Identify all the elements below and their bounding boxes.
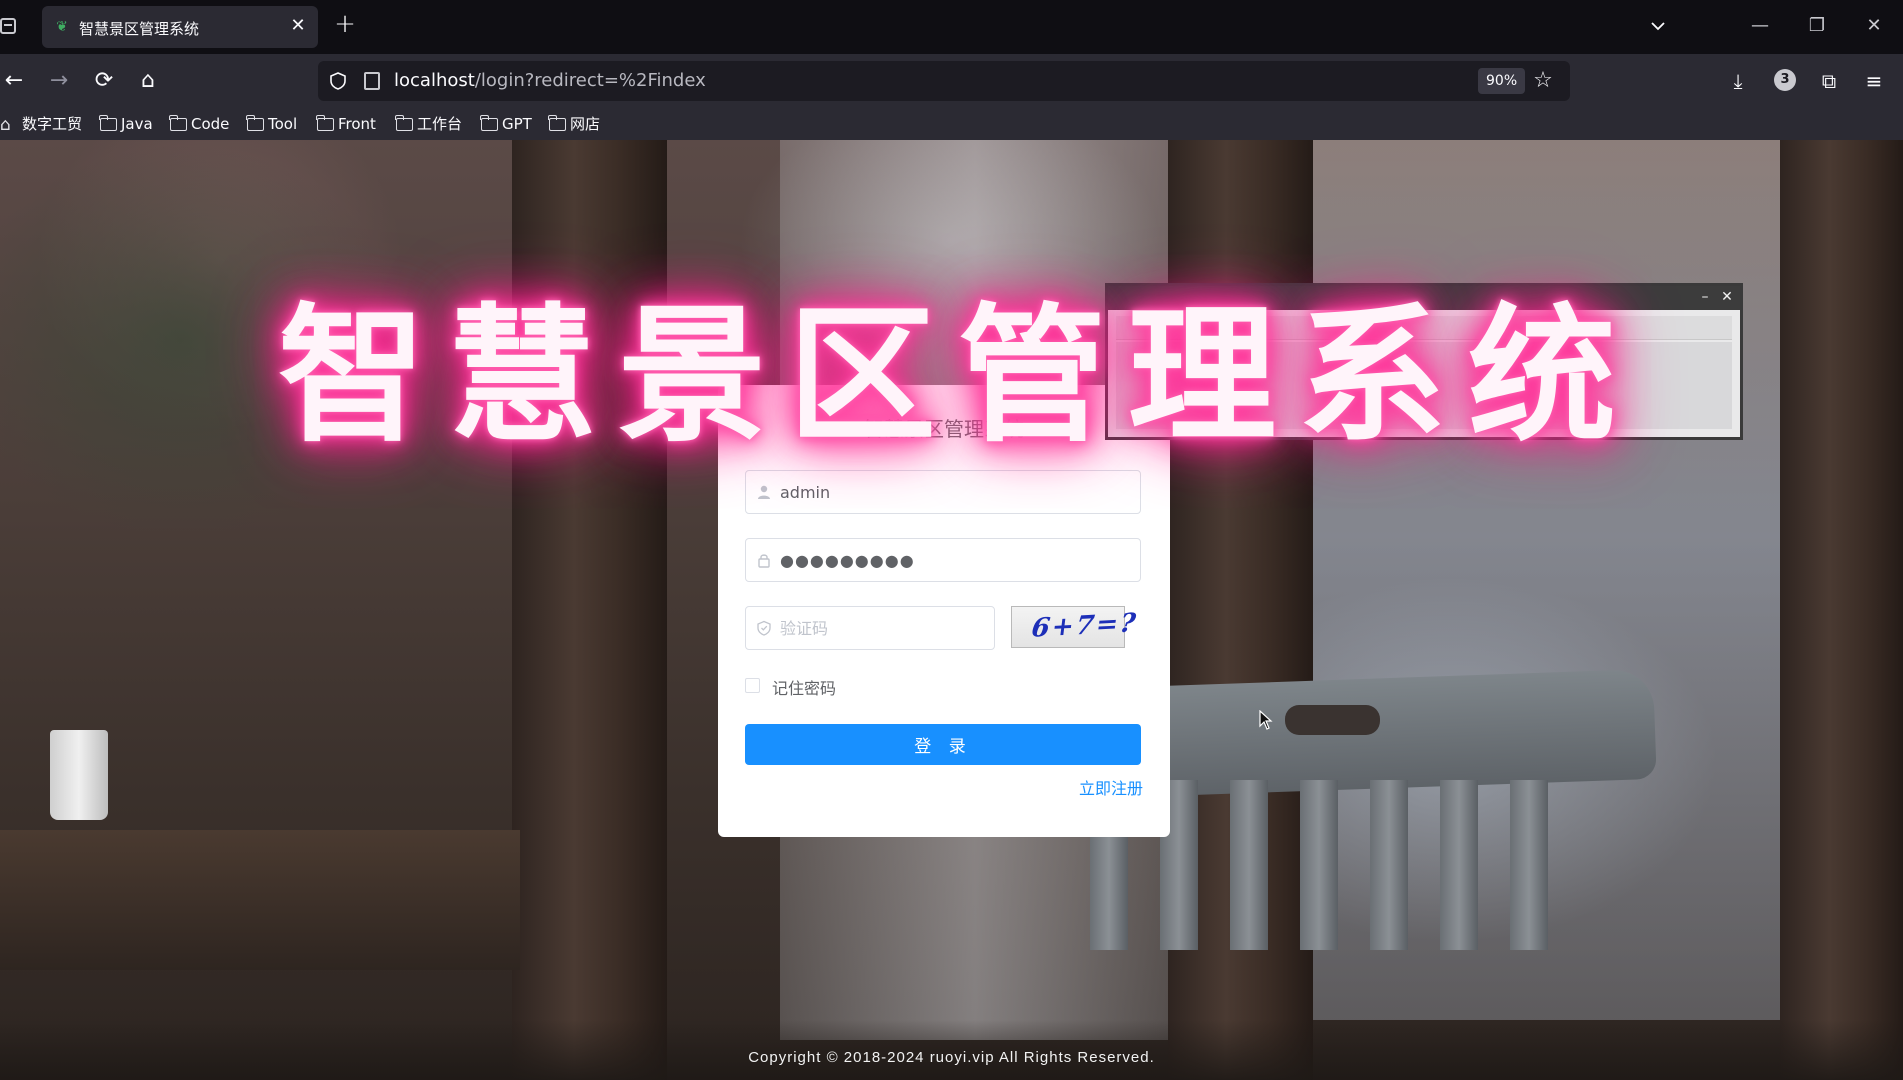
minimize-window-icon[interactable]: — (1748, 14, 1772, 38)
bookmark-item[interactable]: ⌂ 数字工贸 (0, 114, 82, 134)
password-field[interactable] (745, 538, 1141, 582)
downloads-icon[interactable]: ⤓ (1724, 67, 1752, 95)
table (0, 830, 520, 970)
folder-icon (395, 115, 413, 131)
reload-icon[interactable]: ⟳ (90, 67, 118, 95)
home-icon: ⌂ (0, 115, 11, 135)
tracking-shield-icon[interactable] (328, 71, 348, 91)
close-tab-icon[interactable]: ✕ (288, 16, 308, 36)
username-input[interactable] (780, 471, 1132, 513)
app-menu-icon[interactable]: ≡ (1860, 67, 1888, 95)
remember-label: 记住密码 (772, 679, 837, 698)
login-button[interactable]: 登 录 (745, 724, 1141, 765)
chair-slat (1230, 780, 1268, 950)
captcha-text: 6+7=? (1029, 608, 1140, 644)
restore-window-icon[interactable]: ❐ (1805, 14, 1829, 38)
folder-icon (316, 115, 334, 131)
wooden-post (1780, 140, 1903, 1080)
zoom-level-button[interactable]: 90% (1478, 68, 1526, 94)
bookmark-folder[interactable]: Front (316, 114, 376, 134)
bookmark-folder[interactable]: 网店 (548, 114, 600, 134)
shield-check-icon (756, 620, 772, 636)
register-link[interactable]: 立即注册 (1079, 775, 1143, 799)
navigation-bar: ← → ⟳ ⌂ localhost/login?redirect=%2Finde… (0, 54, 1903, 108)
page-info-icon[interactable] (364, 72, 380, 90)
bookmark-star-icon[interactable]: ☆ (1530, 68, 1556, 94)
new-tab-button[interactable]: + (332, 11, 358, 38)
minimize-icon[interactable]: – (1696, 288, 1714, 306)
folder-icon (246, 115, 264, 131)
folder-icon (169, 115, 187, 131)
folder-icon (548, 115, 566, 131)
lock-icon (756, 552, 772, 568)
extensions-puzzle-icon[interactable]: ⧉ (1815, 67, 1843, 95)
folder-icon (99, 115, 117, 131)
extensions-badge[interactable]: 3 (1774, 69, 1796, 91)
password-input[interactable] (780, 539, 1132, 581)
back-arrow-icon[interactable]: ← (0, 67, 28, 95)
close-icon[interactable]: ✕ (1718, 288, 1736, 306)
bookmark-folder[interactable]: GPT (480, 114, 532, 134)
captcha-input[interactable] (780, 607, 986, 649)
forward-arrow-icon[interactable]: → (45, 67, 73, 95)
bookmark-folder[interactable]: Code (169, 114, 229, 134)
chair-handle-hole (1285, 705, 1380, 735)
cup (50, 730, 108, 820)
tab-manager-icon[interactable] (0, 18, 16, 34)
remember-checkbox[interactable] (745, 678, 760, 693)
chair-slat (1300, 780, 1338, 950)
neon-title-overlay: 智慧景区管理系统 (278, 290, 1638, 462)
user-icon (756, 484, 772, 500)
bookmark-folder[interactable]: 工作台 (395, 114, 462, 134)
chair-slat (1370, 780, 1408, 950)
folder-icon (480, 115, 498, 131)
tab-list-chevron-icon[interactable] (1648, 16, 1668, 36)
browser-tab[interactable]: ❦ 智慧景区管理系统 ✕ (42, 6, 318, 48)
url-text[interactable]: localhost/login?redirect=%2Findex (394, 70, 706, 91)
tab-title: 智慧景区管理系统 (79, 20, 200, 38)
bookmark-folder[interactable]: Java (99, 114, 153, 134)
username-field[interactable] (745, 470, 1141, 514)
bookmark-folder[interactable]: Tool (246, 114, 297, 134)
leaf-favicon-icon: ❦ (56, 19, 68, 35)
captcha-field[interactable] (745, 606, 995, 650)
copyright-footer: Copyright © 2018-2024 ruoyi.vip All Righ… (748, 1049, 1155, 1066)
close-window-icon[interactable]: ✕ (1862, 14, 1886, 38)
tab-bar: ❦ 智慧景区管理系统 ✕ + — ❐ ✕ (0, 0, 1903, 54)
bookmarks-toolbar: ⌂ 数字工贸 Java Code Tool Front 工作台 GPT 网店 (0, 108, 1903, 140)
mouse-cursor-icon (1259, 710, 1273, 730)
address-bar[interactable]: localhost/login?redirect=%2Findex 90% ☆ (318, 61, 1570, 101)
chair-slat (1440, 780, 1478, 950)
chair-slat (1510, 780, 1548, 950)
captcha-image[interactable]: 6+7=? (1011, 606, 1139, 648)
home-icon[interactable]: ⌂ (134, 67, 162, 95)
